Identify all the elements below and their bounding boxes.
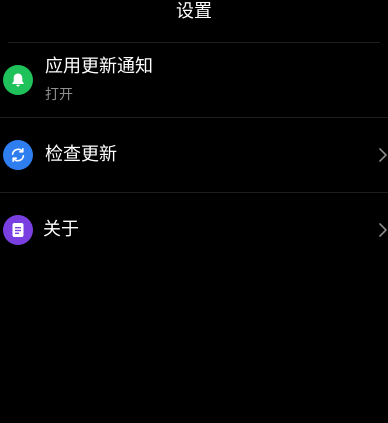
chevron-right-icon <box>379 148 387 162</box>
refresh-icon <box>3 140 33 170</box>
notification-setting-row[interactable]: 应用更新通知 打开 <box>0 43 388 117</box>
about-row[interactable]: 关于 <box>0 193 388 267</box>
check-update-row[interactable]: 检查更新 <box>0 118 388 192</box>
page-title: 设置 <box>176 1 212 22</box>
bell-icon <box>3 65 33 95</box>
chevron-right-icon <box>379 223 387 237</box>
check-update-label: 检查更新 <box>45 144 117 165</box>
about-label: 关于 <box>43 219 79 240</box>
document-icon <box>3 215 33 245</box>
notification-setting-label: 应用更新通知 <box>45 56 153 77</box>
notification-status-text: 打开 <box>45 87 73 103</box>
